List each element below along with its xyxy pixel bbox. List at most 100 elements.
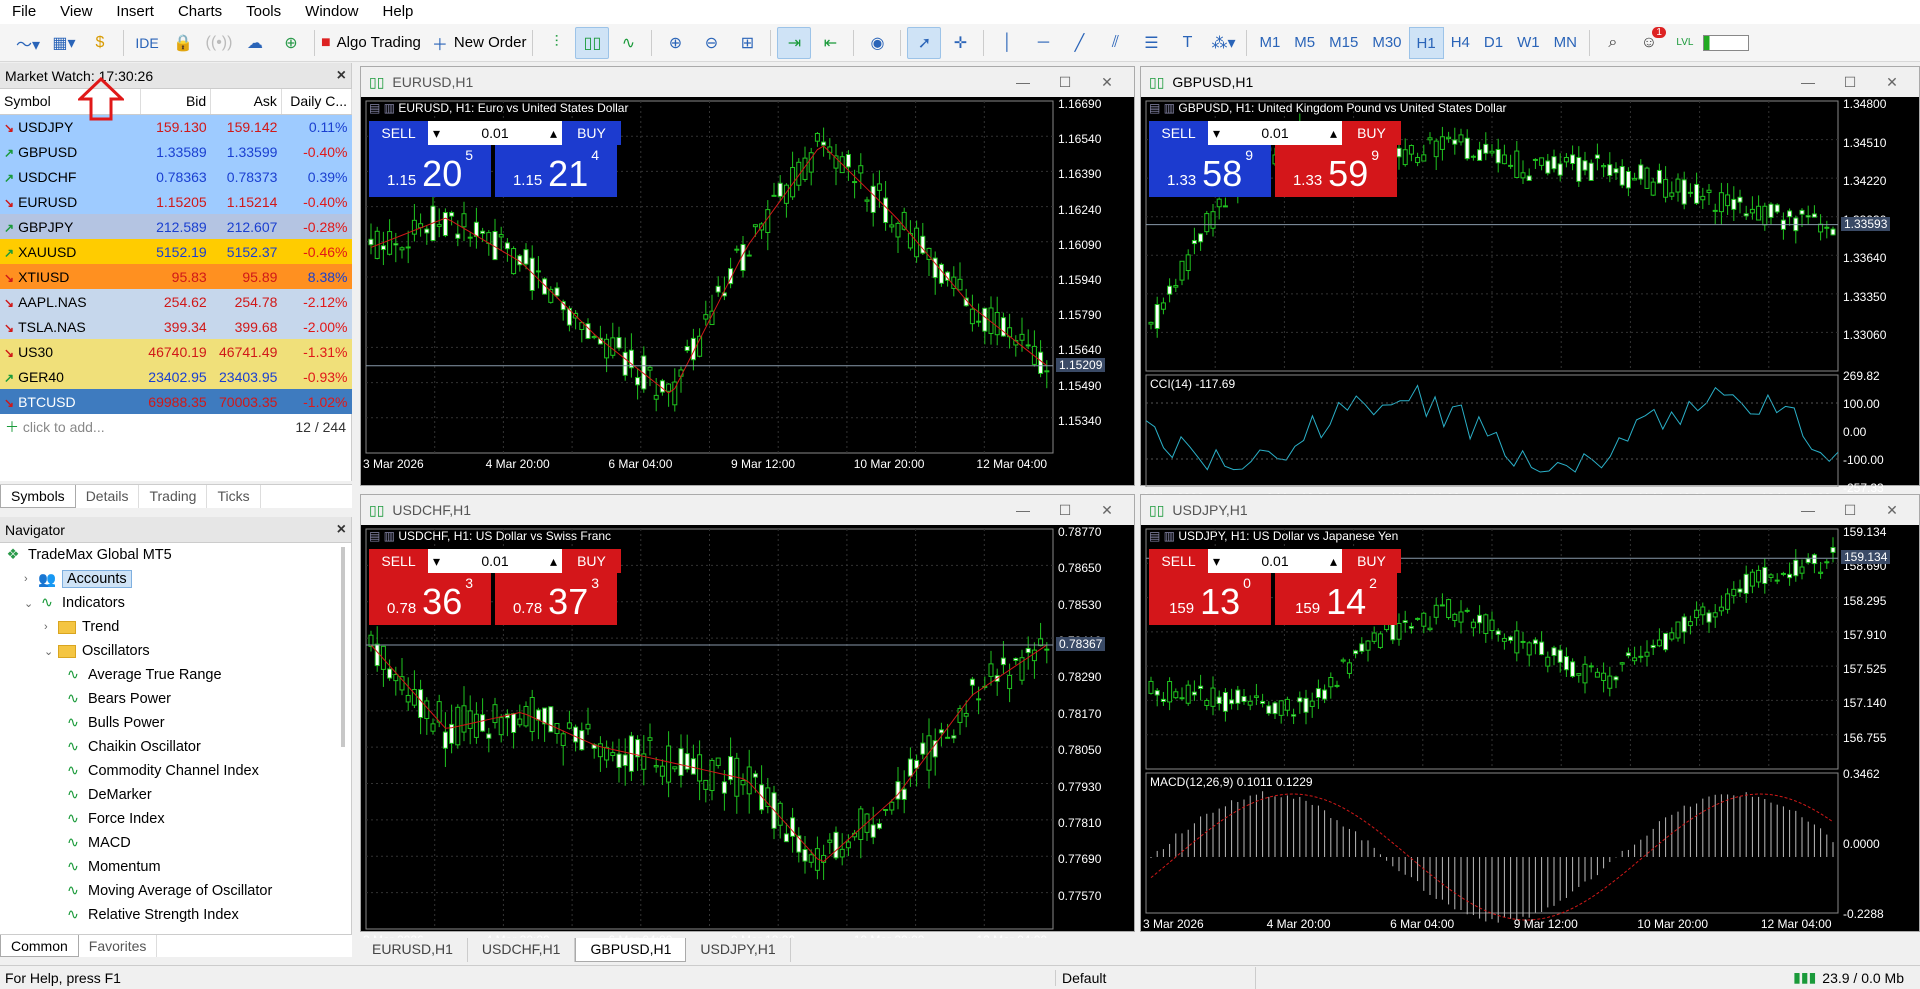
minimize-icon[interactable]: — [1002,74,1044,90]
maximize-icon[interactable]: ☐ [1044,502,1086,519]
chart-type-icon[interactable]: ▦▾ [47,27,81,59]
close-icon[interactable]: ✕ [1086,502,1128,519]
volume-input[interactable]: ▾ 0.01 ▴ [428,121,562,145]
tab-ticks[interactable]: Ticks [207,485,261,508]
column-header[interactable]: Bid [140,89,212,115]
bar-chart-icon[interactable]: ⫶ [539,27,573,59]
volume-input[interactable]: ▾ 0.01 ▴ [1208,121,1342,145]
decrease-icon[interactable]: ▾ [1213,125,1220,142]
expand-icon[interactable]: › [24,573,38,585]
symbol-row[interactable]: ↘ EURUSD 1.15205 1.15214 -0.40% [0,189,352,214]
cursor-icon[interactable]: ➚ [907,26,942,59]
maximize-icon[interactable]: ☐ [1829,74,1871,91]
decrease-icon[interactable]: ▾ [433,553,440,570]
trendline-icon[interactable]: ╱ [1062,27,1096,59]
buy-button[interactable]: BUY [562,549,621,573]
chart-window-gbpusd[interactable]: ▯▯ GBPUSD,H1 — ☐ ✕ ▤ ▥ GBPUSD, H1: Unite… [1140,66,1920,505]
fibonacci-icon[interactable]: ☰ [1134,27,1168,59]
line-chart-type-icon[interactable]: ∿ [611,27,645,59]
add-symbol-row[interactable]: ＋ click to add... 12 / 244 [0,414,351,439]
symbol-row[interactable]: ↘ US30 46740.19 46741.49 -1.31% [0,339,352,364]
search-icon[interactable]: ⌕ [1596,27,1630,59]
nav-item[interactable]: ∿ Bears Power [0,687,351,711]
nav-item[interactable]: ⌄ Oscillators [0,639,351,663]
nav-item[interactable]: › Trend [0,615,351,639]
symbol-row[interactable]: ↗ USDCHF 0.78363 0.78373 0.39% [0,164,352,189]
chart-titlebar[interactable]: ▯▯ USDJPY,H1 — ☐ ✕ [1141,495,1919,525]
sell-button[interactable]: SELL [369,121,428,145]
symbol-row[interactable]: ↘ XTIUSD 95.83 95.89 8.38% [0,264,352,289]
symbol-row[interactable]: ↘ TSLA.NAS 399.34 399.68 -2.00% [0,314,352,339]
timeframe-m30[interactable]: M30 [1365,27,1408,59]
chart-canvas[interactable]: ▤ ▥ USDCHF, H1: US Dollar vs Swiss Franc… [361,525,1134,947]
close-icon[interactable]: × [337,521,346,539]
minimize-icon[interactable]: — [1787,74,1829,90]
tab-trading[interactable]: Trading [139,485,208,508]
increase-icon[interactable]: ▴ [550,553,557,570]
nav-item[interactable]: ∿ Momentum [0,855,351,879]
nav-item[interactable]: ❖ TradeMax Global MT5 [0,543,351,567]
algo-trading-button[interactable]: ■ Algo Trading [321,27,421,59]
chart-canvas[interactable]: ▤ ▥ GBPUSD, H1: United Kingdom Pound vs … [1141,97,1919,505]
sell-price[interactable]: 1.15 20 5 [369,145,491,197]
close-icon[interactable]: ✕ [1871,502,1913,519]
timeframe-m1[interactable]: M1 [1252,27,1287,59]
chart-window-eurusd[interactable]: ▯▯ EURUSD,H1 — ☐ ✕ ▤ ▥ EURUSD, H1: Euro … [360,66,1135,486]
volume-input[interactable]: ▾ 0.01 ▴ [1208,549,1342,573]
decrease-icon[interactable]: ▾ [433,125,440,142]
timeframe-h4[interactable]: H4 [1444,27,1477,59]
buy-price[interactable]: 1.15 21 4 [495,145,617,197]
buy-button[interactable]: BUY [1342,121,1401,145]
crosshair-icon[interactable]: ✛ [943,27,977,59]
buy-price[interactable]: 0.78 37 3 [495,573,617,625]
shapes-icon[interactable]: ⁂▾ [1206,27,1240,59]
nav-item[interactable]: ∿ Chaikin Oscillator [0,735,351,759]
timeframe-mn[interactable]: MN [1547,27,1584,59]
vertical-line-icon[interactable]: │ [990,27,1024,59]
tab-symbols[interactable]: Symbols [0,485,76,508]
chart-canvas[interactable]: ▤ ▥ EURUSD, H1: Euro vs United States Do… [361,97,1134,485]
column-header[interactable]: Ask [210,89,282,115]
menu-charts[interactable]: Charts [166,0,234,24]
chart-shift-icon[interactable]: ⇤ [813,27,847,59]
nav-item[interactable]: ∿ Bulls Power [0,711,351,735]
lock-icon[interactable]: 🔒 [166,27,200,59]
volume-input[interactable]: ▾ 0.01 ▴ [428,549,562,573]
symbol-row[interactable]: ↘ BTCUSD 69988.35 70003.35 -1.02% [0,389,352,414]
minimize-icon[interactable]: — [1787,502,1829,518]
menu-insert[interactable]: Insert [104,0,166,24]
increase-icon[interactable]: ▴ [1330,125,1337,142]
chart-window-usdjpy[interactable]: ▯▯ USDJPY,H1 — ☐ ✕ ▤ ▥ USDJPY, H1: US Do… [1140,494,1920,932]
close-icon[interactable]: ✕ [1086,74,1128,91]
nav-item[interactable]: ⌄ ∿ Indicators [0,591,351,615]
increase-icon[interactable]: ▴ [1330,553,1337,570]
horizontal-line-icon[interactable]: ─ [1026,27,1060,59]
increase-icon[interactable]: ▴ [550,125,557,142]
tab-common[interactable]: Common [0,935,79,957]
chart-tab-usdjpy[interactable]: USDJPY,H1 [686,938,791,962]
candlestick-icon[interactable]: ▯▯ [575,26,610,59]
close-icon[interactable]: ✕ [1871,74,1913,91]
chart-tab-usdchf[interactable]: USDCHF,H1 [468,938,576,962]
buy-price[interactable]: 159 14 2 [1275,573,1397,625]
timeframe-m15[interactable]: M15 [1322,27,1365,59]
buy-price[interactable]: 1.33 59 9 [1275,145,1397,197]
symbol-row[interactable]: ↗ GBPUSD 1.33589 1.33599 -0.40% [0,139,352,164]
timeframe-w1[interactable]: W1 [1510,27,1547,59]
chart-window-usdchf[interactable]: ▯▯ USDCHF,H1 — ☐ ✕ ▤ ▥ USDCHF, H1: US Do… [360,494,1135,947]
collapse-icon[interactable]: ⌄ [24,597,38,610]
collapse-icon[interactable]: ⌄ [44,645,58,658]
zoom-in-icon[interactable]: ⊕ [658,27,692,59]
text-icon[interactable]: T [1170,27,1204,59]
menu-view[interactable]: View [48,0,104,24]
new-order-button[interactable]: ＋ New Order [432,27,527,59]
sell-price[interactable]: 159 13 0 [1149,573,1271,625]
ide-button[interactable]: IDE [130,27,164,59]
dollar-icon[interactable]: $ [83,27,117,59]
cloud-icon[interactable]: ☁ [238,27,272,59]
decrease-icon[interactable]: ▾ [1213,553,1220,570]
menu-file[interactable]: File [0,0,48,24]
symbol-row[interactable]: ↘ USDJPY 159.130 159.142 0.11% [0,114,352,139]
column-header[interactable]: Daily C... [281,89,353,115]
nav-item[interactable]: ∿ Commodity Channel Index [0,759,351,783]
